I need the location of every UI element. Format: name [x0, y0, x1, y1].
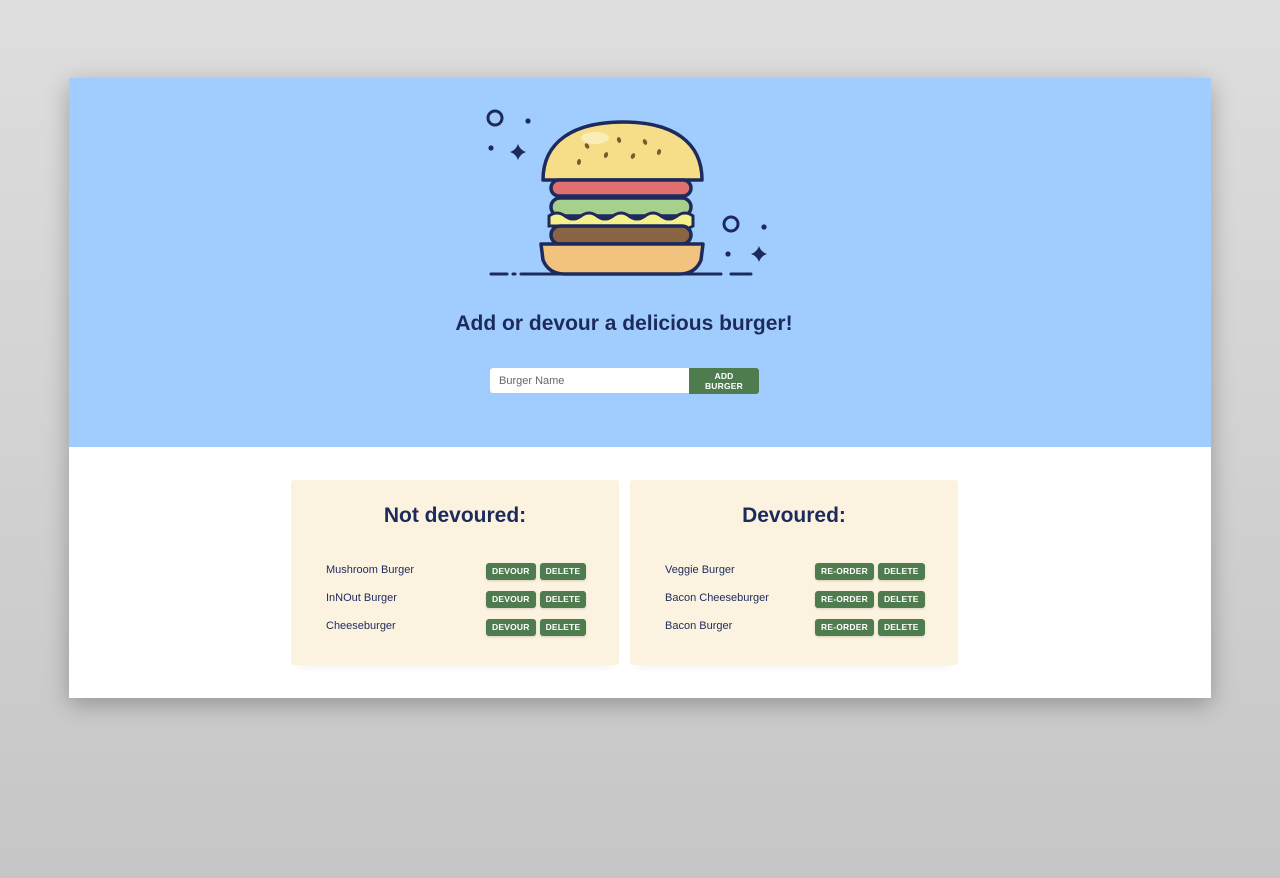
delete-button[interactable]: DELETE [877, 563, 925, 580]
burger-name: Bacon Burger [665, 620, 733, 632]
not-devoured-heading: Not devoured: [383, 504, 527, 527]
devour-button[interactable]: DEVOUR [486, 619, 536, 636]
row-actions: RE-ORDER DELETE [815, 563, 925, 580]
not-devoured-card: Not devoured: Mushroom Burger DEVOUR DEL… [291, 480, 619, 665]
add-burger-form: ADD BURGER [490, 367, 759, 394]
devoured-list: Veggie Burger RE-ORDER DELETE Bacon Chee… [665, 561, 925, 645]
row-actions: DEVOUR DELETE [486, 591, 587, 608]
devoured-card: Devoured: Veggie Burger RE-ORDER DELETE … [630, 480, 958, 665]
delete-button[interactable]: DELETE [539, 619, 587, 636]
list-item: InNOut Burger DEVOUR DELETE [326, 589, 587, 617]
re-order-button[interactable]: RE-ORDER [815, 619, 874, 636]
row-actions: RE-ORDER DELETE [815, 591, 925, 608]
page-title: Add or devour a delicious burger! [455, 312, 793, 335]
delete-button[interactable]: DELETE [539, 591, 587, 608]
app-window: Add or devour a delicious burger! ADD BU… [69, 78, 1211, 698]
devoured-heading: Devoured: [742, 504, 846, 527]
re-order-button[interactable]: RE-ORDER [815, 563, 874, 580]
add-burger-button[interactable]: ADD BURGER [689, 367, 759, 394]
list-item: Bacon Burger RE-ORDER DELETE [665, 617, 925, 645]
burger-name: Bacon Cheeseburger [665, 592, 769, 604]
list-item: Veggie Burger RE-ORDER DELETE [665, 561, 925, 589]
list-item: Bacon Cheeseburger RE-ORDER DELETE [665, 589, 925, 617]
row-actions: DEVOUR DELETE [486, 619, 587, 636]
burger-name: Cheeseburger [326, 620, 396, 632]
re-order-button[interactable]: RE-ORDER [815, 591, 874, 608]
not-devoured-list: Mushroom Burger DEVOUR DELETE InNOut Bur… [326, 561, 587, 645]
burger-icon [486, 109, 767, 276]
row-actions: DEVOUR DELETE [486, 563, 587, 580]
hero-banner: Add or devour a delicious burger! ADD BU… [69, 78, 1211, 447]
delete-button[interactable]: DELETE [877, 619, 925, 636]
burger-name-input[interactable] [490, 368, 689, 393]
delete-button[interactable]: DELETE [877, 591, 925, 608]
list-item: Cheeseburger DEVOUR DELETE [326, 617, 587, 645]
devour-button[interactable]: DEVOUR [486, 563, 536, 580]
burger-name: Mushroom Burger [326, 564, 415, 576]
delete-button[interactable]: DELETE [539, 563, 587, 580]
list-item: Mushroom Burger DEVOUR DELETE [326, 561, 587, 589]
row-actions: RE-ORDER DELETE [815, 619, 925, 636]
burger-name: Veggie Burger [665, 564, 735, 576]
devour-button[interactable]: DEVOUR [486, 591, 536, 608]
hero-title-wrap: Add or devour a delicious burger! [69, 312, 1179, 336]
burger-name: InNOut Burger [326, 592, 397, 604]
